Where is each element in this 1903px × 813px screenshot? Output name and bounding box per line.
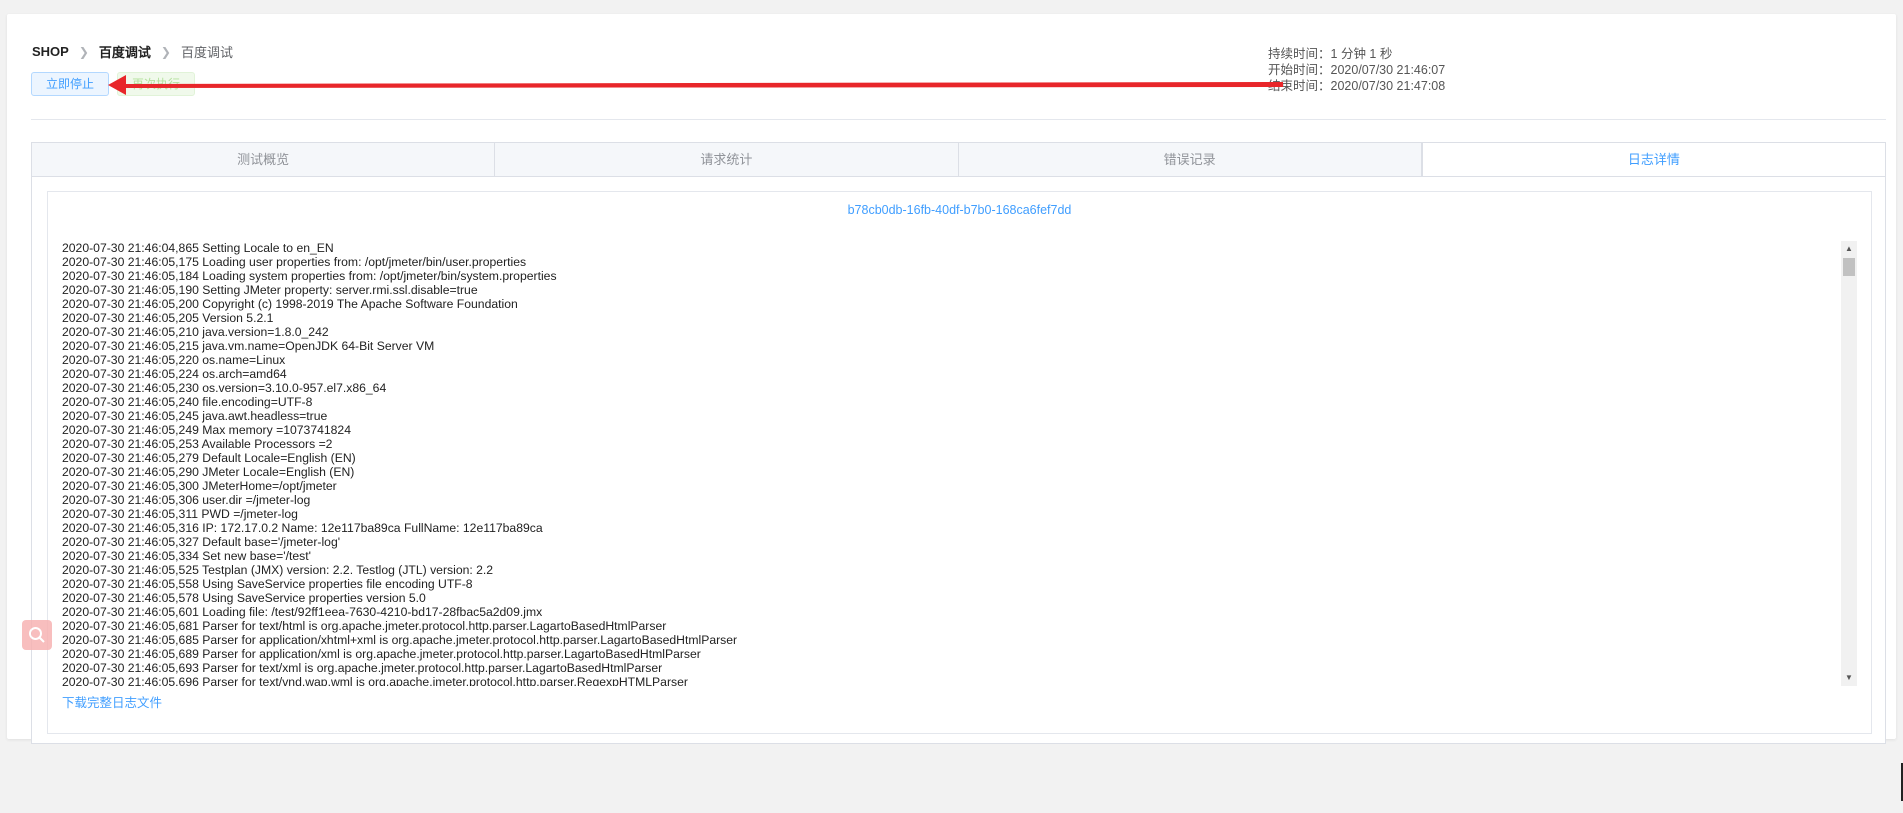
tab-log-details[interactable]: 日志详情: [1421, 143, 1885, 176]
log-card: b78cb0db-16fb-40df-b7b0-168ca6fef7dd 202…: [47, 191, 1872, 734]
log-line: 2020-07-30 21:46:05,190 Setting JMeter p…: [62, 283, 478, 297]
start-time-row: 开始时间：2020/07/30 21:46:07: [1268, 62, 1445, 78]
triangle-down-icon[interactable]: ▼: [1841, 670, 1857, 686]
log-line: 2020-07-30 21:46:05,184 Loading system p…: [62, 269, 557, 283]
log-line: 2020-07-30 21:46:05,696 Parser for text/…: [62, 675, 688, 686]
breadcrumb-root[interactable]: SHOP: [32, 44, 69, 59]
breadcrumb-project[interactable]: 百度调试: [99, 42, 151, 61]
log-line: 2020-07-30 21:46:05,601 Loading file: /t…: [62, 605, 543, 619]
start-time-value: 2020/07/30 21:46:07: [1330, 63, 1446, 77]
log-line: 2020-07-30 21:46:05,230 os.version=3.10.…: [62, 381, 387, 395]
chevron-right-icon: ❯: [78, 44, 89, 59]
start-time-label: 开始时间：: [1268, 63, 1331, 77]
log-line: 2020-07-30 21:46:04,865 Setting Locale t…: [62, 241, 334, 255]
chevron-right-icon: ❯: [160, 44, 171, 59]
report-id: b78cb0db-16fb-40df-b7b0-168ca6fef7dd: [847, 203, 1072, 217]
log-line: 2020-07-30 21:46:05,205 Version 5.2.1: [62, 311, 274, 325]
end-time-row: 结束时间：2020/07/30 21:47:08: [1268, 78, 1445, 94]
end-time-value: 2020/07/30 21:47:08: [1330, 79, 1446, 93]
log-line: 2020-07-30 21:46:05,249 Max memory =1073…: [62, 423, 351, 437]
download-full-log-link[interactable]: 下载完整日志文件: [62, 692, 162, 711]
log-line: 2020-07-30 21:46:05,290 JMeter Locale=En…: [62, 465, 355, 479]
search-icon: [29, 627, 45, 643]
log-line: 2020-07-30 21:46:05,215 java.vm.name=Ope…: [62, 339, 435, 353]
log-viewer[interactable]: 2020-07-30 21:46:04,865 Setting Locale t…: [62, 241, 1857, 686]
end-time-label: 结束时间：: [1268, 79, 1331, 93]
tab-test-overview[interactable]: 测试概览: [32, 143, 496, 176]
log-line: 2020-07-30 21:46:05,210 java.version=1.8…: [62, 325, 329, 339]
triangle-up-icon[interactable]: ▲: [1841, 241, 1857, 257]
log-line: 2020-07-30 21:46:05,525 Testplan (JMX) v…: [62, 563, 494, 577]
rerun-button[interactable]: 再次执行: [117, 72, 196, 96]
scroll-thumb[interactable]: [1843, 258, 1855, 276]
log-line: 2020-07-30 21:46:05,578 Using SaveServic…: [62, 591, 426, 605]
log-line: 2020-07-30 21:46:05,311 PWD =/jmeter-log: [62, 507, 298, 521]
breadcrumb-current: 百度调试: [180, 45, 233, 60]
log-line: 2020-07-30 21:46:05,300 JMeterHome=/opt/…: [62, 479, 337, 493]
stop-now-button[interactable]: 立即停止: [31, 72, 110, 96]
log-line: 2020-07-30 21:46:05,681 Parser for text/…: [62, 619, 667, 633]
log-line: 2020-07-30 21:46:05,220 os.name=Linux: [62, 353, 286, 367]
floating-search-button[interactable]: [22, 620, 52, 650]
log-line: 2020-07-30 21:46:05,200 Copyright (c) 19…: [62, 297, 518, 311]
duration-row: 持续时间：1 分钟 1 秒: [1268, 46, 1445, 62]
log-line: 2020-07-30 21:46:05,693 Parser for text/…: [62, 661, 663, 675]
log-line: 2020-07-30 21:46:05,175 Loading user pro…: [62, 255, 527, 269]
duration-value: 1 分钟 1 秒: [1330, 47, 1393, 61]
log-line: 2020-07-30 21:46:05,279 Default Locale=E…: [62, 451, 356, 465]
tab-error-records[interactable]: 错误记录: [959, 143, 1422, 176]
log-line: 2020-07-30 21:46:05,240 file.encoding=UT…: [62, 395, 313, 409]
log-line: 2020-07-30 21:46:05,327 Default base='/j…: [62, 535, 341, 549]
log-line: 2020-07-30 21:46:05,224 os.arch=amd64: [62, 367, 287, 381]
main-card: SHOP ❯ 百度调试 ❯ 百度调试 立即停止 再次执行 持续时间：1 分钟 1…: [7, 14, 1896, 744]
log-line: 2020-07-30 21:46:05,245 java.awt.headles…: [62, 409, 328, 423]
log-line: 2020-07-30 21:46:05,306 user.dir =/jmete…: [62, 493, 311, 507]
run-times: 持续时间：1 分钟 1 秒 开始时间：2020/07/30 21:46:07 结…: [1268, 46, 1445, 94]
header-divider: [31, 119, 1886, 120]
log-line: 2020-07-30 21:46:05,316 IP: 172.17.0.2 N…: [62, 521, 543, 535]
log-line: 2020-07-30 21:46:05,253 Available Proces…: [62, 437, 333, 451]
log-line: 2020-07-30 21:46:05,334 Set new base='/t…: [62, 549, 311, 563]
breadcrumb: SHOP ❯ 百度调试 ❯ 百度调试: [32, 42, 233, 61]
tab-request-stats[interactable]: 请求统计: [495, 143, 959, 176]
duration-label: 持续时间：: [1268, 47, 1331, 61]
tab-bar: 测试概览 请求统计 错误记录 日志详情: [31, 142, 1886, 177]
log-scrollbar[interactable]: ▲ ▼: [1841, 241, 1857, 686]
log-line: 2020-07-30 21:46:05,689 Parser for appli…: [62, 647, 701, 661]
log-content: 2020-07-30 21:46:04,865 Setting Locale t…: [62, 241, 1837, 686]
log-details-panel: b78cb0db-16fb-40df-b7b0-168ca6fef7dd 202…: [31, 177, 1886, 744]
log-line: 2020-07-30 21:46:05,685 Parser for appli…: [62, 633, 738, 647]
log-line: 2020-07-30 21:46:05,558 Using SaveServic…: [62, 577, 473, 591]
